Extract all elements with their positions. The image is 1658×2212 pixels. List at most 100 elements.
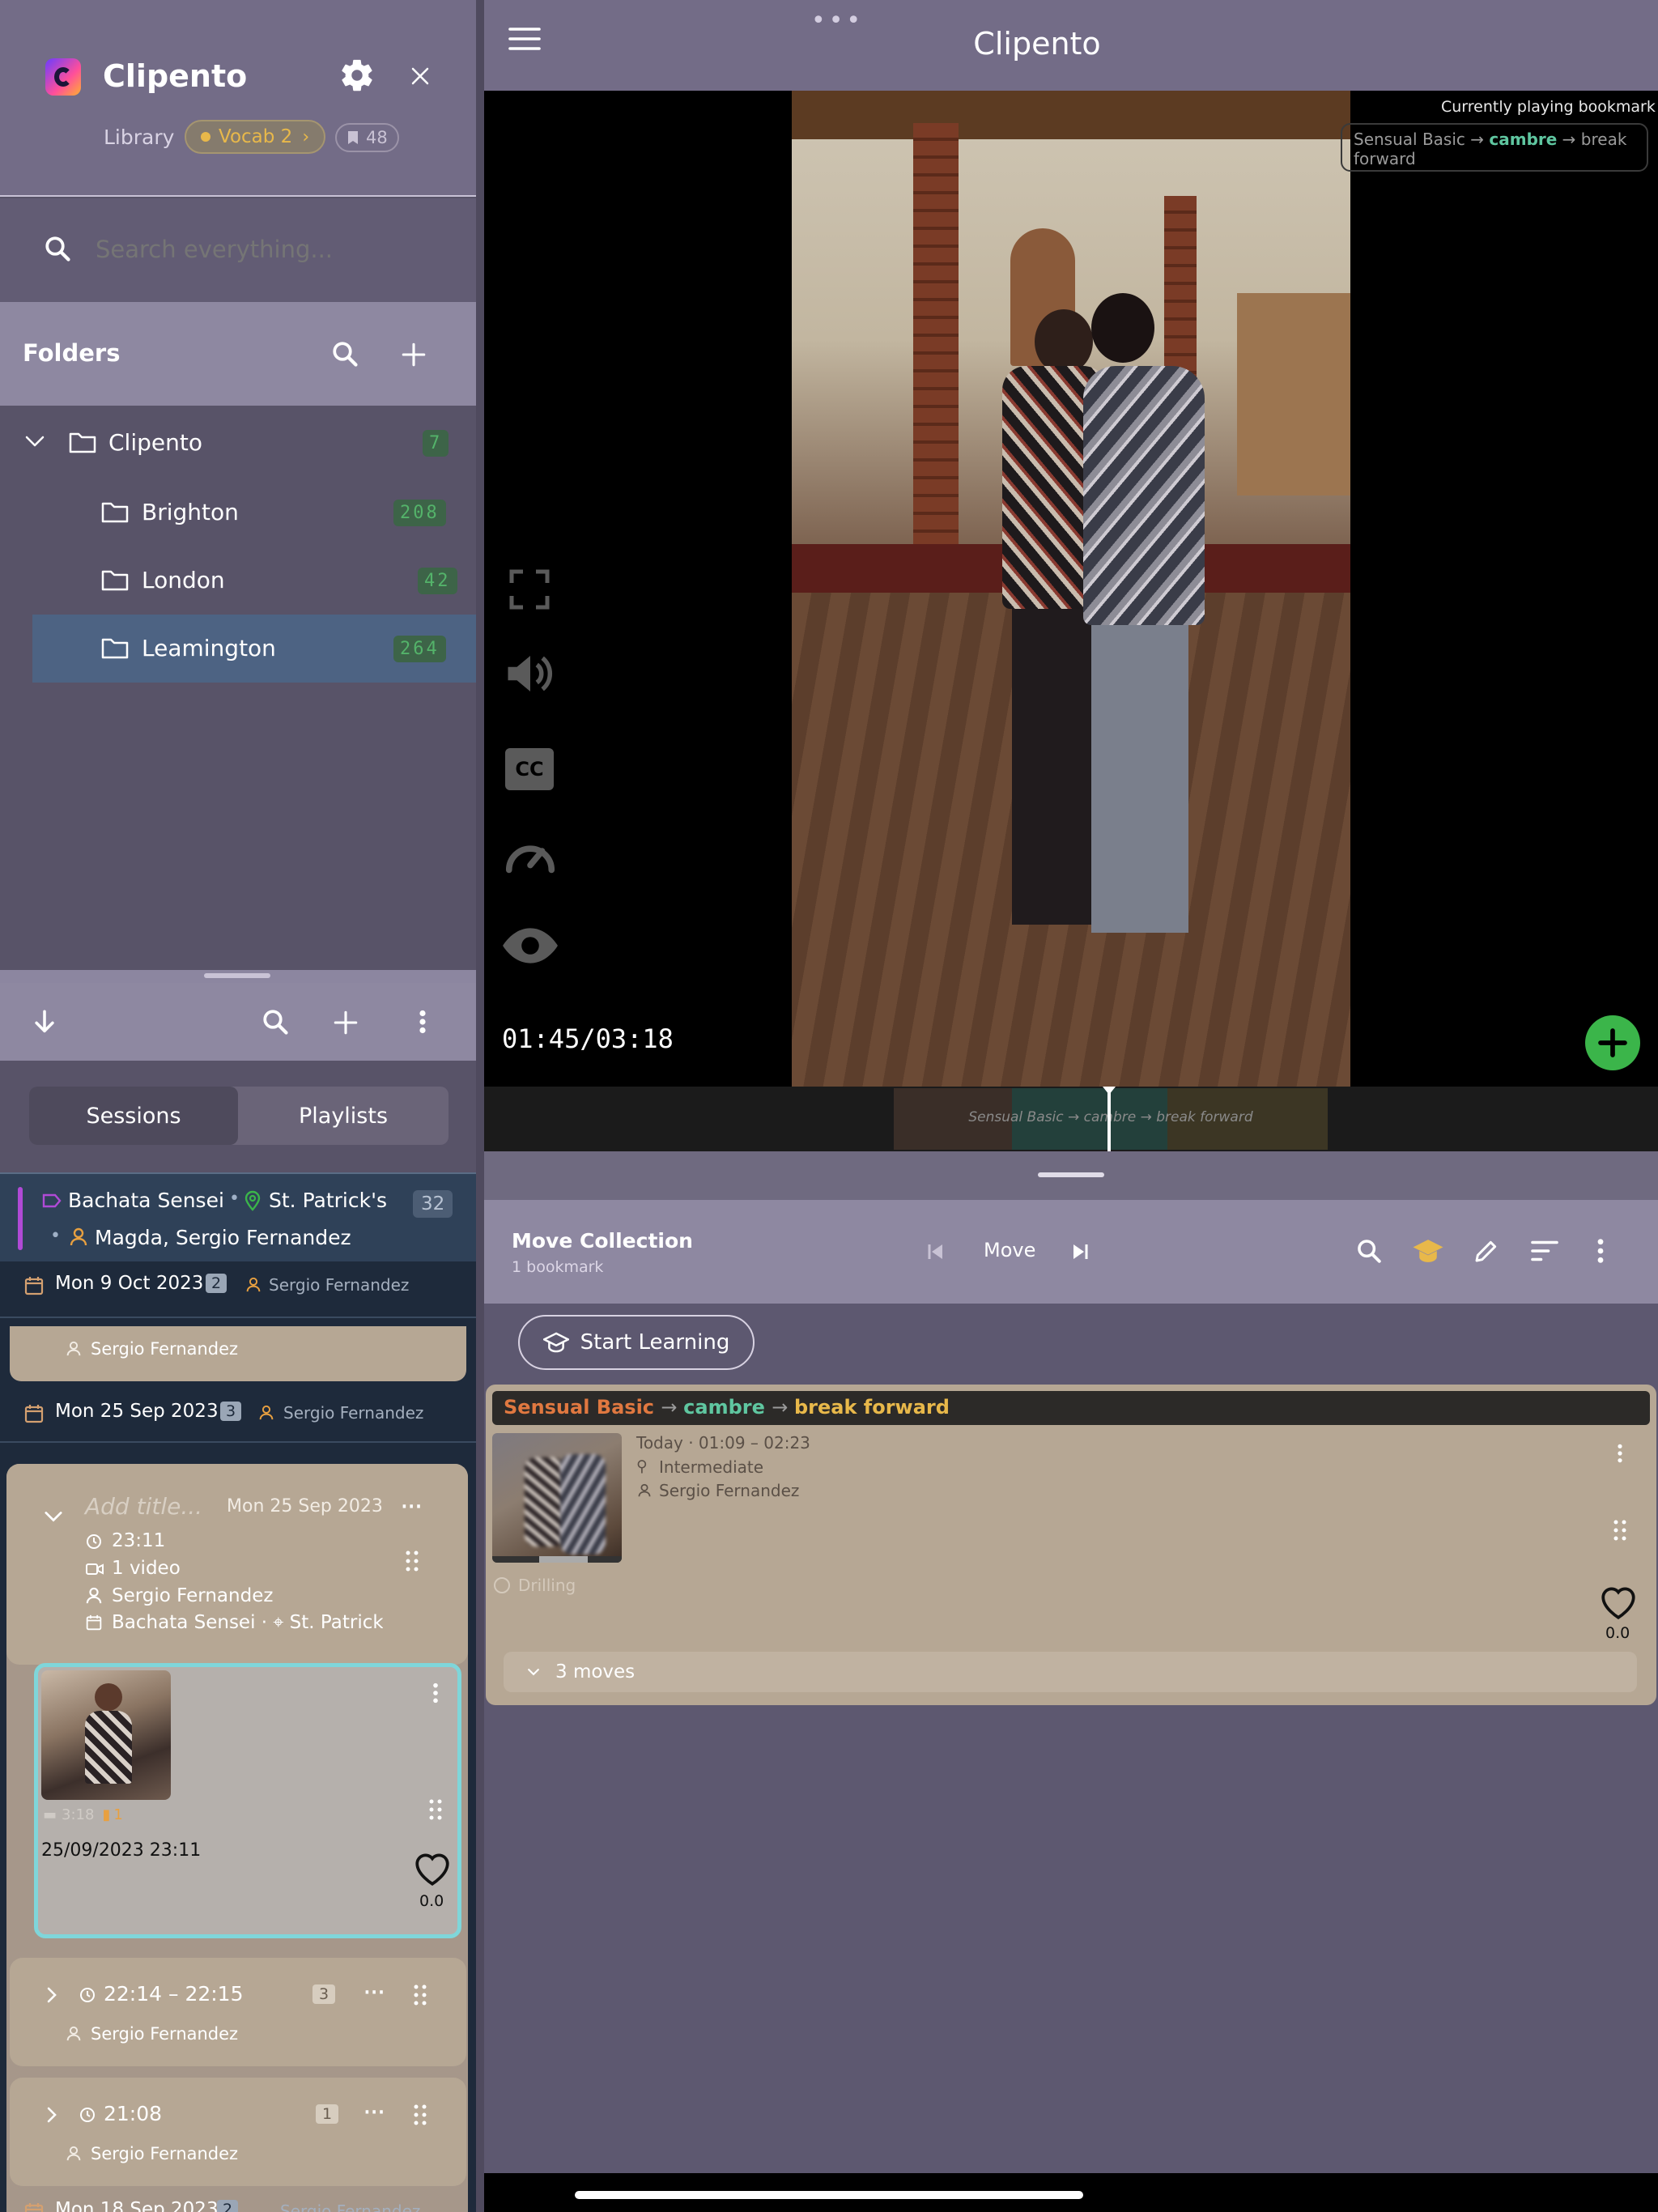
folder-item-clipento[interactable]: Clipento 7	[0, 406, 476, 479]
vocab-chip[interactable]: Vocab 2 ›	[185, 120, 326, 154]
date-label: Mon 9 Oct 2023	[55, 1273, 204, 1294]
skip-previous-icon[interactable]	[926, 1242, 946, 1261]
session-card-partial[interactable]: Sergio Fernandez	[10, 1326, 466, 1381]
person-icon	[86, 1587, 102, 1604]
drag-handle-icon[interactable]	[428, 1798, 443, 1821]
add-folder-icon[interactable]	[400, 341, 427, 368]
person-icon	[70, 1227, 87, 1246]
chevron-right-icon[interactable]	[45, 2105, 58, 2125]
date-person: Sergio Fernandez	[280, 2201, 421, 2212]
video-thumbnail[interactable]	[41, 1670, 171, 1800]
volume-icon[interactable]	[504, 651, 557, 696]
session-search-icon[interactable]	[261, 1007, 290, 1036]
more-vertical-icon[interactable]	[430, 1682, 441, 1704]
close-icon	[411, 67, 429, 85]
vocab-label: Vocab 2	[219, 126, 293, 147]
drag-handle-icon[interactable]	[413, 1984, 427, 2006]
session-group-header[interactable]: Bachata Sensei • St. Patrick's 32 • Magd…	[0, 1172, 476, 1261]
clock-icon	[87, 1534, 101, 1549]
video-card[interactable]: ▬ 3:18 ▮ 1 25/09/2023 23:11 0.0	[34, 1663, 461, 1938]
status-circle-icon[interactable]	[494, 1577, 510, 1593]
collection-search-icon[interactable]	[1355, 1237, 1383, 1265]
main-panel: ••• Clipento Currently playing bookmark …	[484, 0, 1658, 2212]
pane-divider[interactable]	[484, 1151, 1658, 1200]
session-more-button[interactable]: ···	[400, 1493, 423, 1521]
add-bookmark-button[interactable]	[1585, 1015, 1640, 1070]
date-row[interactable]: Mon 9 Oct 2023 2 Sergio Fernandez	[0, 1263, 476, 1318]
add-session-icon[interactable]	[332, 1009, 359, 1036]
person-icon	[259, 1405, 274, 1420]
location-name: St. Patrick's	[269, 1189, 387, 1212]
heart-icon[interactable]	[1598, 1584, 1639, 1621]
playback-time: 01:45/03:18	[502, 1023, 674, 1054]
bottom-bar	[484, 2173, 1658, 2212]
speed-gauge-icon[interactable]	[502, 829, 559, 878]
library-label[interactable]: Library	[104, 125, 174, 149]
home-indicator[interactable]	[575, 2191, 1083, 2199]
arrow-right-icon: →	[1470, 130, 1490, 149]
folder-item-brighton[interactable]: Brighton 208	[0, 479, 476, 547]
chevron-right-icon[interactable]	[45, 1985, 58, 2005]
sub-session-time: 21:08	[104, 2102, 163, 2125]
sub-session-card[interactable]: 21:08 1 ··· Sergio Fernandez	[10, 2078, 466, 2186]
edit-pencil-icon[interactable]	[1473, 1237, 1499, 1265]
date-row[interactable]: Mon 18 Sep 2023 2 Sergio Fernandez	[0, 2197, 476, 2212]
tab-playlists[interactable]: Playlists	[238, 1087, 449, 1145]
folder-search-icon[interactable]	[330, 339, 359, 368]
tab-sessions[interactable]: Sessions	[29, 1087, 238, 1145]
school-tag-icon	[42, 1193, 62, 1208]
playhead[interactable]	[1103, 1087, 1116, 1151]
folder-item-leamington[interactable]: Leamington 264	[32, 615, 476, 683]
bookmark-thumbnail[interactable]	[492, 1433, 622, 1563]
date-label: Mon 25 Sep 2023	[55, 1401, 219, 1422]
video-frame[interactable]	[792, 91, 1350, 1087]
sub-session-more-button[interactable]: ···	[363, 1979, 385, 2006]
close-button[interactable]	[407, 63, 433, 89]
heart-icon[interactable]	[412, 1850, 453, 1887]
panel-splitter[interactable]	[0, 970, 476, 983]
settings-button[interactable]	[338, 57, 376, 94]
gear-icon	[342, 59, 372, 91]
bookmark-icon	[348, 131, 358, 144]
eye-icon[interactable]	[500, 925, 560, 967]
video-player[interactable]: Currently playing bookmark Sensual Basic…	[484, 91, 1658, 1087]
session-title-placeholder[interactable]: Add title...	[85, 1493, 202, 1520]
current-bookmark-chip[interactable]: Sensual Basic → cambre → break forward	[1341, 123, 1648, 172]
bookmark-chip[interactable]: 48	[335, 123, 399, 152]
bookmark-card[interactable]: Sensual Basic → cambre → break forward T…	[486, 1385, 1656, 1705]
fullscreen-icon[interactable]	[508, 568, 551, 610]
folder-count: 208	[393, 500, 446, 526]
sub-session-more-button[interactable]: ···	[363, 2099, 385, 2126]
sort-icon[interactable]	[1530, 1239, 1559, 1263]
start-learning-button[interactable]: Start Learning	[518, 1315, 755, 1370]
app-logo	[45, 58, 81, 96]
sub-session-card[interactable]: 22:14 – 22:15 3 ··· Sergio Fernandez	[10, 1958, 466, 2066]
folder-item-london[interactable]: London 42	[0, 547, 476, 615]
timeline[interactable]: Sensual Basic → cambre → break forward	[484, 1087, 1658, 1151]
location-pin-icon	[244, 1190, 261, 1211]
person-icon	[638, 1483, 651, 1497]
video-rating: 0.0	[419, 1892, 444, 1910]
chevron-down-icon[interactable]	[23, 432, 47, 451]
folders-header: Folders	[0, 302, 476, 406]
drag-handle-icon[interactable]	[413, 2104, 427, 2126]
captions-icon[interactable]: CC	[505, 748, 554, 790]
moves-expander[interactable]: 3 moves	[504, 1652, 1637, 1692]
graduation-cap-icon[interactable]	[1412, 1237, 1444, 1265]
skip-next-icon[interactable]	[1070, 1242, 1090, 1261]
sort-arrow-down-icon[interactable]	[31, 1007, 58, 1036]
more-vertical-icon[interactable]	[411, 1007, 434, 1036]
sub-session-time: 22:14 – 22:15	[104, 1982, 244, 2006]
more-vertical-icon[interactable]	[1614, 1443, 1626, 1464]
global-search[interactable]	[0, 198, 484, 302]
drag-handle-icon[interactable]	[1613, 1519, 1627, 1542]
chevron-down-icon[interactable]	[42, 1508, 65, 1525]
person-icon	[66, 2146, 81, 2161]
search-input[interactable]	[96, 229, 452, 270]
top-bar: ••• Clipento	[484, 0, 1658, 91]
left-panel: Clipento Library Vocab 2 › 48 Folders	[0, 0, 484, 2212]
drag-handle-icon[interactable]	[405, 1550, 419, 1572]
chevron-right-icon: ›	[302, 126, 310, 147]
more-vertical-icon[interactable]	[1593, 1237, 1608, 1265]
date-row[interactable]: Mon 25 Sep 2023 3 Sergio Fernandez	[0, 1388, 476, 1443]
